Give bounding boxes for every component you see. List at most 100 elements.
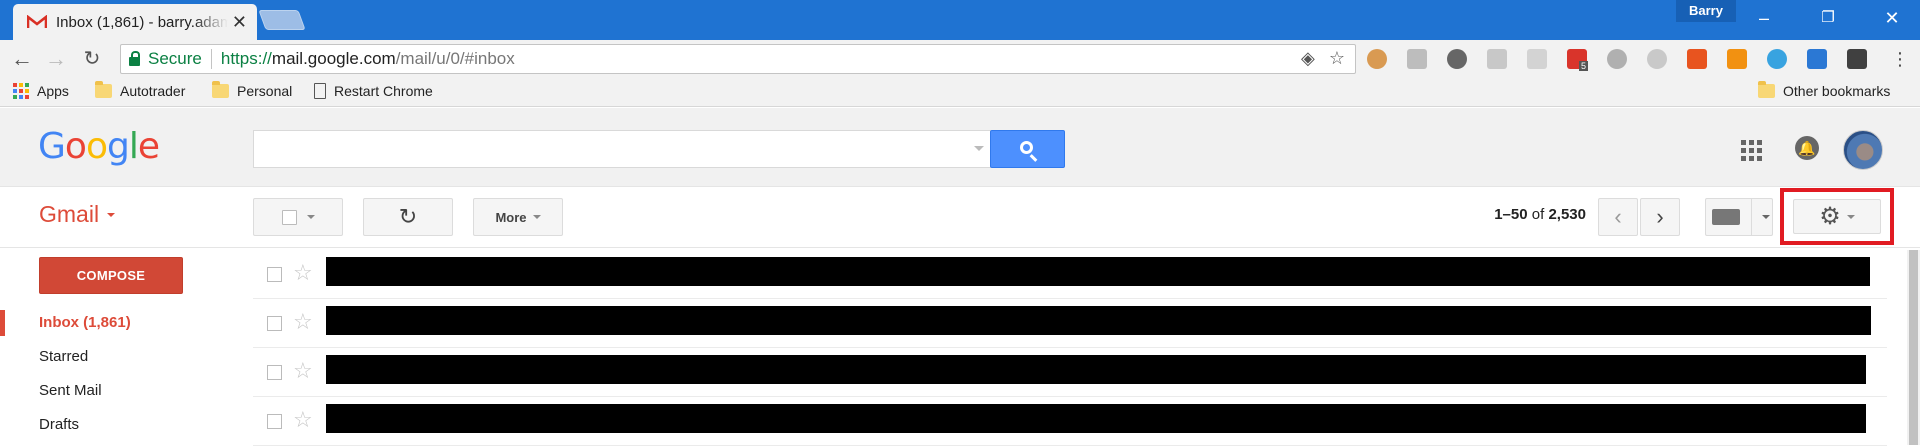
folder-icon — [212, 81, 229, 98]
nav-item-starred[interactable]: Starred — [0, 340, 240, 374]
address-divider — [210, 49, 212, 69]
search-options-dropdown-icon[interactable] — [974, 146, 984, 151]
message-checkbox[interactable] — [267, 414, 282, 429]
chevron-down-icon — [1762, 215, 1770, 219]
folder-icon — [1758, 81, 1775, 98]
address-bar[interactable]: Secure https://mail.google.com/mail/u/0/… — [120, 44, 1356, 74]
notifications-bell-icon[interactable]: 🔔 — [1795, 136, 1819, 160]
star-icon[interactable]: ☆ — [293, 262, 313, 284]
profile-button[interactable]: Barry — [1676, 0, 1736, 22]
search-button[interactable] — [990, 130, 1065, 168]
message-checkbox[interactable] — [267, 365, 282, 380]
message-checkbox[interactable] — [267, 316, 282, 331]
image-extension-icon[interactable] — [1407, 49, 1427, 69]
skype-extension-icon[interactable] — [1647, 49, 1667, 69]
tab-close-icon[interactable]: ✕ — [232, 12, 247, 33]
tab-title: Inbox (1,861) - barry.adams@ — [56, 13, 228, 31]
minimize-icon[interactable]: – — [1752, 6, 1776, 30]
angular-extension-icon[interactable] — [1487, 49, 1507, 69]
nav-item-inbox[interactable]: Inbox (1,861) — [0, 306, 240, 340]
select-all-button[interactable] — [253, 198, 343, 236]
gmail-m-extension-icon[interactable] — [1847, 49, 1867, 69]
scrollbar-thumb[interactable] — [1909, 250, 1918, 445]
compose-button[interactable]: COMPOSE — [39, 257, 183, 294]
redacted-content — [326, 404, 1866, 433]
search-input[interactable] — [254, 131, 954, 167]
folder-icon — [95, 81, 112, 98]
calendar-extension-icon[interactable]: 5 — [1567, 49, 1589, 71]
pagination-info: 1–50 of 2,530 — [1450, 206, 1586, 223]
bookmark-autotrader[interactable]: Autotrader — [95, 81, 186, 99]
gear-icon: ⚙ — [1819, 203, 1841, 230]
pager-of: of — [1527, 206, 1549, 223]
gmail-brand-label: Gmail — [39, 201, 100, 227]
settings-button[interactable]: ⚙ — [1793, 199, 1881, 234]
older-button[interactable]: › — [1640, 198, 1680, 236]
nav-item-sent-mail[interactable]: Sent Mail — [0, 374, 240, 408]
refresh-button[interactable]: ↻ — [363, 198, 453, 236]
bookmark-apps[interactable]: Apps — [13, 83, 69, 99]
account-avatar[interactable] — [1843, 130, 1883, 170]
bookmark-star-icon[interactable]: ☆ — [1329, 48, 1345, 69]
edit-extension-icon[interactable] — [1527, 49, 1547, 69]
google-apps-icon[interactable] — [1741, 140, 1762, 161]
restore-icon[interactable]: ❐ — [1816, 6, 1840, 30]
more-label: More — [495, 209, 527, 225]
bookmark-label: Autotrader — [120, 83, 186, 99]
bookmark-personal[interactable]: Personal — [212, 81, 293, 99]
snowflake-extension-icon[interactable] — [1767, 49, 1787, 69]
chevron-down-icon — [532, 215, 541, 219]
rss-extension-icon[interactable] — [1727, 49, 1747, 69]
google-logo[interactable]: Google — [38, 126, 160, 167]
browser-titlebar: Inbox (1,861) - barry.adams@ ✕ Barry – ❐… — [0, 0, 1920, 40]
back-arrow-icon[interactable]: ← — [8, 45, 36, 73]
logo-letter: e — [137, 126, 160, 167]
bookmark-other[interactable]: Other bookmarks — [1758, 81, 1891, 99]
newer-button[interactable]: ‹ — [1598, 198, 1638, 236]
star-icon[interactable]: ☆ — [293, 311, 313, 333]
sync-extension-icon[interactable] — [1447, 49, 1467, 69]
message-row[interactable]: ☆ — [253, 397, 1887, 446]
browser-tab-inbox[interactable]: Inbox (1,861) - barry.adams@ ✕ — [13, 4, 257, 40]
browser-toolbar: ← → ↻ Secure https://mail.google.com/mai… — [0, 40, 1920, 78]
office-extension-icon[interactable] — [1687, 49, 1707, 69]
message-row[interactable]: ☆ — [253, 299, 1887, 348]
input-tools-button[interactable] — [1705, 198, 1773, 236]
select-all-checkbox[interactable] — [281, 209, 297, 225]
gmail-m-icon — [26, 14, 48, 29]
url-host: mail.google.com — [271, 49, 396, 68]
gmail-toolbar: Gmail ↻ More 1–50 of 2,530 ‹ › ⚙ — [0, 188, 1920, 248]
nav-item-drafts[interactable]: Drafts — [0, 408, 240, 442]
globe-extension-icon[interactable] — [1607, 49, 1627, 69]
apps-grid-icon — [13, 83, 29, 99]
cookie-extension-icon[interactable] — [1367, 49, 1387, 69]
logo-letter: o — [85, 126, 108, 167]
gmail-menu[interactable]: Gmail — [39, 201, 116, 228]
gmail-header: Google 🔔 — [0, 108, 1920, 187]
secure-label: Secure — [148, 49, 202, 68]
window-extension-icon[interactable] — [1807, 49, 1827, 69]
message-checkbox[interactable] — [267, 267, 282, 282]
lock-icon — [129, 51, 140, 66]
more-button[interactable]: More — [473, 198, 563, 236]
forward-arrow-icon[interactable]: → — [42, 45, 70, 73]
window-close-icon[interactable]: ✕ — [1880, 6, 1904, 30]
chrome-menu-icon[interactable]: ⋮ — [1886, 45, 1914, 73]
bookmark-restart-chrome[interactable]: Restart Chrome — [314, 83, 433, 99]
message-row[interactable]: ☆ — [253, 348, 1887, 397]
logo-letter: g — [106, 126, 130, 167]
redacted-content — [326, 306, 1871, 335]
reload-icon[interactable]: ↻ — [78, 45, 106, 73]
folder-nav: Inbox (1,861) Starred Sent Mail Drafts — [0, 306, 240, 442]
star-icon[interactable]: ☆ — [293, 360, 313, 382]
bookmark-label: Personal — [237, 83, 293, 99]
bookmark-label: Other bookmarks — [1783, 83, 1891, 99]
url-path: /mail/u/0/#inbox — [395, 49, 515, 68]
new-tab-button[interactable] — [258, 10, 306, 30]
chevron-down-icon — [1846, 214, 1855, 219]
scrollbar[interactable] — [1907, 250, 1920, 445]
message-row[interactable]: ☆ — [253, 250, 1887, 299]
star-icon[interactable]: ☆ — [293, 409, 313, 431]
chevron-down-icon — [107, 212, 116, 217]
eye-extension-icon[interactable]: ◈ — [1301, 48, 1315, 69]
